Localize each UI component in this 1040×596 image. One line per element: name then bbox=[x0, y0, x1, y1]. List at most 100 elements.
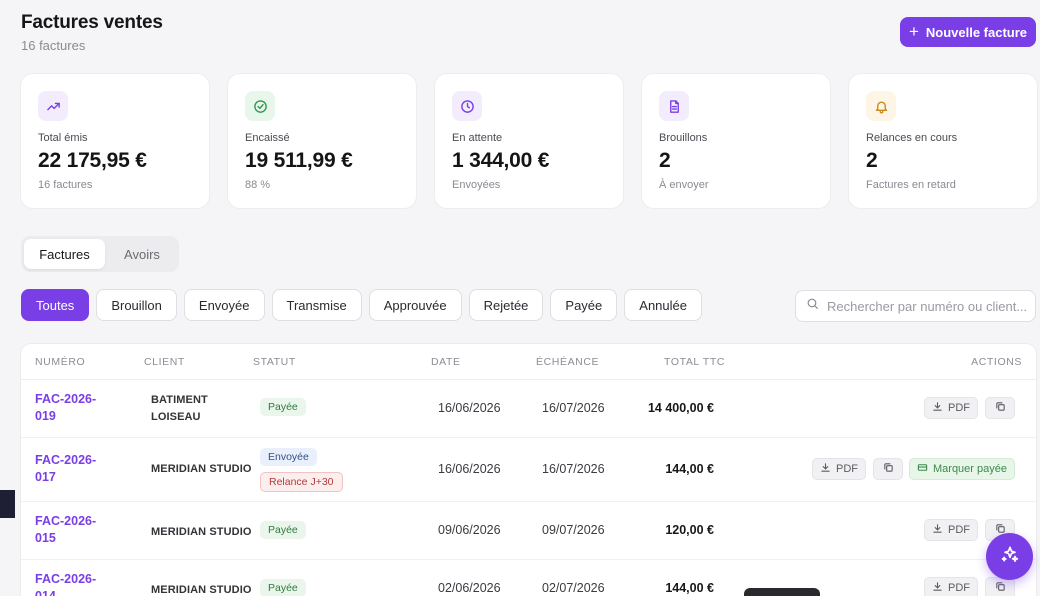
sidebar-toggle-tab[interactable] bbox=[0, 490, 15, 518]
client-name-line: MERIDIAN STUDIO bbox=[151, 584, 252, 596]
kpi-label: Total émis bbox=[38, 132, 88, 144]
kpi-card-relances: Relances en cours 2 Factures en retard bbox=[849, 74, 1037, 208]
due-date: 16/07/2026 bbox=[542, 401, 605, 415]
filter-toutes[interactable]: Toutes bbox=[21, 289, 90, 321]
invoice-number-part: FAC-2026- bbox=[35, 514, 97, 528]
status-filters: Toutes Brouillon Envoyée Transmise Appro… bbox=[21, 289, 702, 321]
download-icon bbox=[932, 523, 943, 537]
new-invoice-button[interactable]: + Nouvelle facture bbox=[900, 17, 1036, 47]
table-row[interactable]: FAC-2026- 019 BATIMENT LOISEAU Payée 16/… bbox=[21, 380, 1036, 438]
filter-brouillon[interactable]: Brouillon bbox=[96, 289, 177, 321]
download-icon bbox=[932, 581, 943, 595]
total-ttc: 14 400,00 € bbox=[647, 401, 714, 415]
invoice-number-link[interactable]: FAC-2026- 019 bbox=[35, 391, 115, 425]
copy-icon bbox=[995, 581, 1006, 595]
due-date: 02/07/2026 bbox=[542, 581, 605, 595]
download-icon bbox=[820, 462, 831, 476]
filter-transmise[interactable]: Transmise bbox=[271, 289, 362, 321]
invoice-number-part: 014 bbox=[35, 589, 56, 596]
tab-factures[interactable]: Factures bbox=[24, 239, 105, 269]
kpi-label: En attente bbox=[452, 132, 503, 144]
pdf-label: PDF bbox=[836, 463, 858, 475]
due-date: 16/07/2026 bbox=[542, 462, 605, 476]
pdf-button[interactable]: PDF bbox=[924, 577, 978, 596]
kpi-cards: Total émis 22 175,95 € 16 factures Encai… bbox=[21, 74, 1037, 208]
invoice-date: 02/06/2026 bbox=[438, 581, 501, 595]
filter-approuvee[interactable]: Approuvée bbox=[368, 289, 462, 321]
invoice-number-part: 015 bbox=[35, 531, 56, 545]
document-icon bbox=[659, 91, 689, 121]
check-circle-icon bbox=[245, 91, 275, 121]
status-badge: Payée bbox=[260, 398, 306, 416]
bell-icon bbox=[866, 91, 896, 121]
mark-paid-button[interactable]: Marquer payée bbox=[909, 458, 1015, 480]
new-invoice-label: Nouvelle facture bbox=[925, 24, 1028, 40]
copy-icon bbox=[995, 401, 1006, 415]
copy-icon bbox=[883, 462, 894, 476]
total-ttc: 144,00 € bbox=[665, 462, 714, 476]
kpi-value: 2 bbox=[866, 149, 878, 172]
column-header-total[interactable]: TOTAL TTC bbox=[664, 356, 725, 368]
pdf-button[interactable]: PDF bbox=[924, 397, 978, 419]
table-row[interactable]: FAC-2026- 014 MERIDIAN STUDIO Payée 02/0… bbox=[21, 560, 1036, 596]
duplicate-button[interactable] bbox=[873, 458, 903, 480]
filter-payee[interactable]: Payée bbox=[550, 289, 618, 321]
column-header-numero[interactable]: NUMÉRO bbox=[35, 356, 85, 368]
kpi-sub: 16 factures bbox=[38, 179, 93, 191]
kpi-card-encaisse: Encaissé 19 511,99 € 88 % bbox=[228, 74, 416, 208]
column-header-actions: ACTIONS bbox=[971, 356, 1022, 368]
invoice-number-part: FAC-2026- bbox=[35, 572, 97, 586]
banknote-icon bbox=[917, 462, 928, 476]
invoice-number-link[interactable]: FAC-2026- 017 bbox=[35, 452, 115, 486]
kpi-label: Relances en cours bbox=[866, 132, 958, 144]
client-name: BATIMENT LOISEAU bbox=[151, 392, 208, 426]
filter-rejetee[interactable]: Rejetée bbox=[468, 289, 544, 321]
filter-annulee[interactable]: Annulée bbox=[624, 289, 702, 321]
client-name: MERIDIAN STUDIO bbox=[151, 461, 252, 478]
kpi-value: 19 511,99 € bbox=[245, 149, 353, 172]
sparkles-icon bbox=[1000, 544, 1020, 569]
client-name: MERIDIAN STUDIO bbox=[151, 524, 252, 541]
pdf-button[interactable]: PDF bbox=[924, 519, 978, 541]
invoice-number-part: 017 bbox=[35, 470, 56, 484]
pdf-label: PDF bbox=[948, 524, 970, 536]
clock-icon bbox=[452, 91, 482, 121]
filter-envoyee[interactable]: Envoyée bbox=[183, 289, 265, 321]
column-header-statut[interactable]: STATUT bbox=[253, 356, 296, 368]
total-ttc: 120,00 € bbox=[665, 523, 714, 537]
kpi-sub: Factures en retard bbox=[866, 179, 956, 191]
invoice-number-part: FAC-2026- bbox=[35, 392, 97, 406]
search-icon bbox=[806, 297, 819, 315]
kpi-sub: Envoyées bbox=[452, 179, 501, 191]
status-badge: Payée bbox=[260, 521, 306, 539]
kpi-sub: À envoyer bbox=[659, 179, 709, 191]
duplicate-button[interactable] bbox=[985, 397, 1015, 419]
tab-avoirs[interactable]: Avoirs bbox=[109, 239, 175, 269]
mark-paid-label: Marquer payée bbox=[933, 463, 1007, 475]
status-badge: Payée bbox=[260, 579, 306, 596]
ai-assistant-button[interactable] bbox=[986, 533, 1033, 580]
client-name-line: BATIMENT bbox=[151, 394, 208, 406]
due-date: 09/07/2026 bbox=[542, 523, 605, 537]
kpi-label: Encaissé bbox=[245, 132, 290, 144]
pdf-button[interactable]: PDF bbox=[812, 458, 866, 480]
page-title: Factures ventes bbox=[21, 12, 163, 33]
search-input[interactable] bbox=[827, 298, 1027, 314]
client-name-line: MERIDIAN STUDIO bbox=[151, 526, 252, 538]
table-row[interactable]: FAC-2026- 017 MERIDIAN STUDIO Envoyée Re… bbox=[21, 438, 1036, 502]
invoice-date: 09/06/2026 bbox=[438, 523, 501, 537]
kpi-card-total-emis: Total émis 22 175,95 € 16 factures bbox=[21, 74, 209, 208]
invoice-number-link[interactable]: FAC-2026- 015 bbox=[35, 513, 115, 547]
client-name-line: MERIDIAN STUDIO bbox=[151, 463, 252, 475]
relance-badge: Relance J+30 bbox=[260, 472, 343, 492]
table-row[interactable]: FAC-2026- 015 MERIDIAN STUDIO Payée 09/0… bbox=[21, 502, 1036, 560]
column-header-date[interactable]: DATE bbox=[431, 356, 461, 368]
invoice-number-part: FAC-2026- bbox=[35, 453, 97, 467]
invoice-number-link[interactable]: FAC-2026- 014 bbox=[35, 571, 115, 596]
column-header-client[interactable]: CLIENT bbox=[144, 356, 185, 368]
search-box bbox=[795, 290, 1036, 322]
page-subtitle: 16 factures bbox=[21, 38, 86, 53]
kpi-value: 2 bbox=[659, 149, 671, 172]
invoice-date: 16/06/2026 bbox=[438, 401, 501, 415]
column-header-echeance[interactable]: ÉCHÉANCE bbox=[536, 356, 599, 368]
